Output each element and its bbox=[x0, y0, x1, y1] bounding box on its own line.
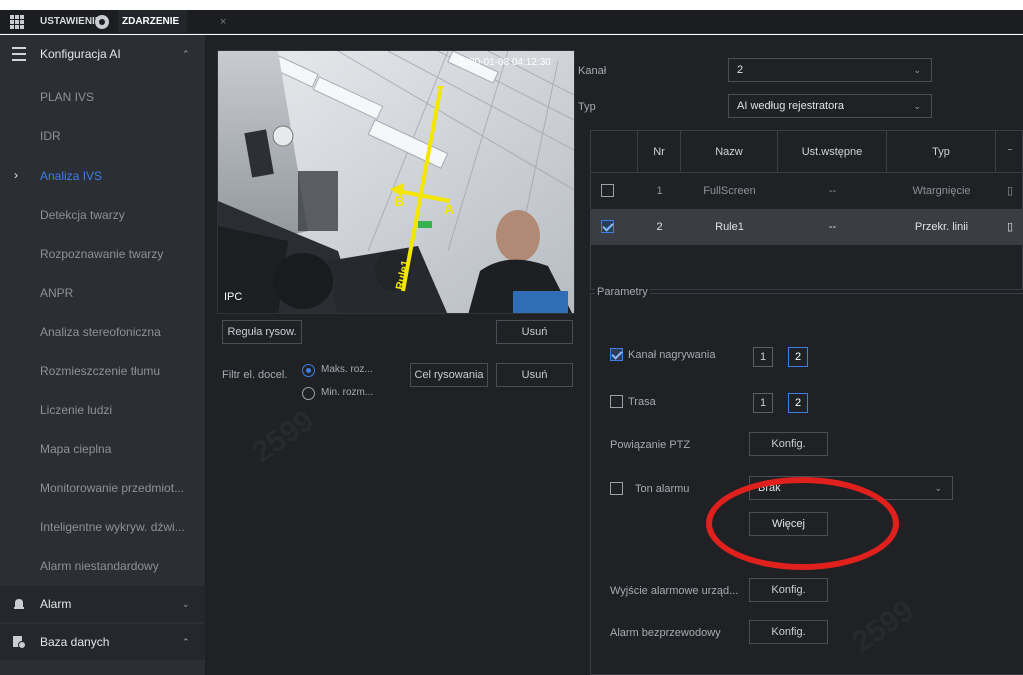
sidebar-item-anpr[interactable]: ANPR bbox=[40, 286, 200, 300]
wireless-alarm-label: Alarm bezprzewodowy bbox=[610, 627, 721, 639]
row-checkbox[interactable] bbox=[601, 220, 614, 233]
header-extra: ⁻ bbox=[1007, 146, 1013, 158]
sidebar-item-ivs-analysis[interactable]: Analiza IVS bbox=[40, 169, 200, 183]
alarm-output-config-button[interactable]: Konfig. bbox=[749, 578, 828, 602]
top-banner-strip bbox=[0, 0, 1023, 10]
type-select-value: AI według rejestratora bbox=[737, 100, 844, 112]
sidebar-item-plan-ivs[interactable]: PLAN IVS bbox=[40, 90, 200, 104]
route-checkbox[interactable] bbox=[610, 395, 623, 408]
sidebar-item-custom-alarm[interactable]: Alarm niestandardowy bbox=[40, 559, 200, 573]
record-channel-1[interactable]: 1 bbox=[753, 347, 773, 367]
route-label: Trasa bbox=[628, 396, 656, 408]
channel-label: Kanał bbox=[578, 65, 607, 77]
trash-icon[interactable]: ▯ bbox=[996, 209, 1023, 245]
channel-select-value: 2 bbox=[737, 64, 744, 76]
record-channel-checkbox[interactable] bbox=[610, 348, 623, 361]
record-channel-2[interactable]: 2 bbox=[788, 347, 808, 367]
chevron-down-icon: ⌄ bbox=[913, 65, 921, 75]
table-row[interactable]: 1 FullScreen -- Wtargnięcie ▯ bbox=[591, 173, 1023, 209]
video-timestamp: 2020-01-08 04:12:30 bbox=[458, 57, 551, 68]
ptz-config-button[interactable]: Konfig. bbox=[749, 432, 828, 456]
sidebar-item-database[interactable]: Baza danych ⌃ bbox=[0, 623, 205, 661]
channel-select[interactable]: 2 ⌄ bbox=[728, 58, 932, 82]
chevron-down-icon: ⌄ bbox=[913, 101, 921, 111]
close-tab-icon[interactable]: × bbox=[220, 10, 226, 34]
sidebar-item-label: Konfiguracja AI bbox=[40, 47, 121, 61]
delete-target-button[interactable]: Usuń bbox=[496, 363, 573, 387]
max-size-radio[interactable] bbox=[302, 364, 315, 377]
parameters-legend: Parametry bbox=[595, 286, 650, 298]
delete-rule-button[interactable]: Usuń bbox=[496, 320, 573, 344]
row-name: FullScreen bbox=[703, 185, 756, 197]
row-nr: 1 bbox=[656, 185, 663, 197]
header-checkbox-cell bbox=[591, 131, 638, 173]
gear-icon bbox=[95, 15, 109, 29]
header-name: Nazw bbox=[681, 131, 778, 173]
chevron-down-icon: ⌄ bbox=[934, 483, 942, 493]
sidebar-item-alarm[interactable]: Alarm ⌄ bbox=[0, 585, 205, 623]
sidebar-item-crowd-distribution[interactable]: Rozmieszczenie tłumu bbox=[40, 364, 200, 378]
table-row[interactable]: 2 Rule1 -- Przekr. linii ▯ bbox=[591, 209, 1023, 245]
header-type: Typ bbox=[887, 131, 996, 173]
sidebar-item-label: Baza danych bbox=[40, 635, 110, 649]
type-select[interactable]: AI według rejestratora ⌄ bbox=[728, 94, 932, 118]
ptz-link-label: Powiązanie PTZ bbox=[610, 439, 691, 451]
video-channel-label: IPC bbox=[224, 291, 243, 303]
sidebar-item-ai-config[interactable]: Konfiguracja AI ⌃ bbox=[0, 35, 205, 73]
row-checkbox[interactable] bbox=[601, 184, 614, 197]
table-header: Nr Nazw Ust.wstępne Typ ⁻ bbox=[591, 131, 1023, 173]
tripwire-marker-b: B bbox=[394, 193, 405, 209]
top-bar: USTAWIENIE ZDARZENIE × bbox=[0, 10, 1023, 34]
apps-grid-icon[interactable] bbox=[10, 15, 24, 29]
tripwire-marker-a: A bbox=[444, 201, 455, 217]
sidebar-item-label: Alarm bbox=[40, 597, 72, 611]
sidebar-item-sound-detection[interactable]: Inteligentne wykryw. dźwi... bbox=[40, 520, 200, 534]
route-channel-1[interactable]: 1 bbox=[753, 393, 773, 413]
target-filter-label: Filtr el. docel. bbox=[222, 369, 288, 381]
chevron-down-icon: ⌄ bbox=[182, 598, 190, 609]
trash-icon[interactable]: ▯ bbox=[996, 173, 1023, 209]
alarm-tone-label: Ton alarmu bbox=[635, 483, 690, 495]
tab-setting[interactable]: USTAWIENIE bbox=[40, 10, 101, 34]
wireless-alarm-config-button[interactable]: Konfig. bbox=[749, 620, 828, 644]
route-channel-2[interactable]: 2 bbox=[788, 393, 808, 413]
row-type: Wtargnięcie bbox=[912, 185, 971, 197]
type-label: Typ bbox=[578, 101, 596, 113]
chevron-up-icon: ⌃ bbox=[182, 636, 190, 647]
database-icon bbox=[13, 636, 26, 649]
max-size-label: Maks. roz... bbox=[321, 364, 373, 375]
sidebar-item-heat-map[interactable]: Mapa cieplna bbox=[40, 442, 200, 456]
row-nr: 2 bbox=[656, 221, 663, 233]
row-name: Rule1 bbox=[715, 221, 744, 233]
list-icon bbox=[12, 47, 26, 61]
rules-table: Nr Nazw Ust.wstępne Typ ⁻ 1 FullScreen -… bbox=[590, 130, 1023, 290]
draw-target-button[interactable]: Cel rysowania bbox=[410, 363, 488, 387]
sidebar-item-people-counting[interactable]: Liczenie ludzi bbox=[40, 403, 200, 417]
sidebar-item-idr[interactable]: IDR bbox=[40, 129, 200, 143]
row-preset: -- bbox=[828, 185, 837, 197]
sidebar-item-object-monitoring[interactable]: Monitorowanie przedmiot... bbox=[40, 481, 200, 495]
red-highlight-ellipse bbox=[706, 477, 899, 570]
chevron-right-icon: › bbox=[14, 168, 18, 182]
header-preset: Ust.wstępne bbox=[778, 131, 887, 173]
sidebar-item-face-detection[interactable]: Detekcja twarzy bbox=[40, 208, 200, 222]
row-type: Przekr. linii bbox=[914, 221, 969, 233]
min-size-label: Min. rozm... bbox=[321, 387, 374, 398]
chevron-up-icon: ⌃ bbox=[182, 48, 190, 59]
min-size-radio[interactable] bbox=[302, 387, 315, 400]
tab-event[interactable]: ZDARZENIE bbox=[118, 10, 188, 34]
video-preview[interactable]: 2020-01-08 04:12:30 IPC B A Rule1 bbox=[217, 50, 575, 314]
draw-rule-button[interactable]: Reguła rysow. bbox=[222, 320, 302, 344]
sidebar-item-stereo-analysis[interactable]: Analiza stereofoniczna bbox=[40, 325, 200, 339]
row-preset: -- bbox=[828, 221, 837, 233]
bell-icon bbox=[14, 599, 24, 609]
alarm-output-label: Wyjście alarmowe urząd... bbox=[610, 585, 739, 597]
record-channel-label: Kanał nagrywania bbox=[628, 349, 716, 361]
sidebar: Konfiguracja AI ⌃ PLAN IVS IDR › Analiza… bbox=[0, 35, 205, 675]
header-nr: Nr bbox=[638, 131, 681, 173]
sidebar-item-face-recognition[interactable]: Rozpoznawanie twarzy bbox=[40, 247, 200, 261]
alarm-tone-checkbox[interactable] bbox=[610, 482, 623, 495]
